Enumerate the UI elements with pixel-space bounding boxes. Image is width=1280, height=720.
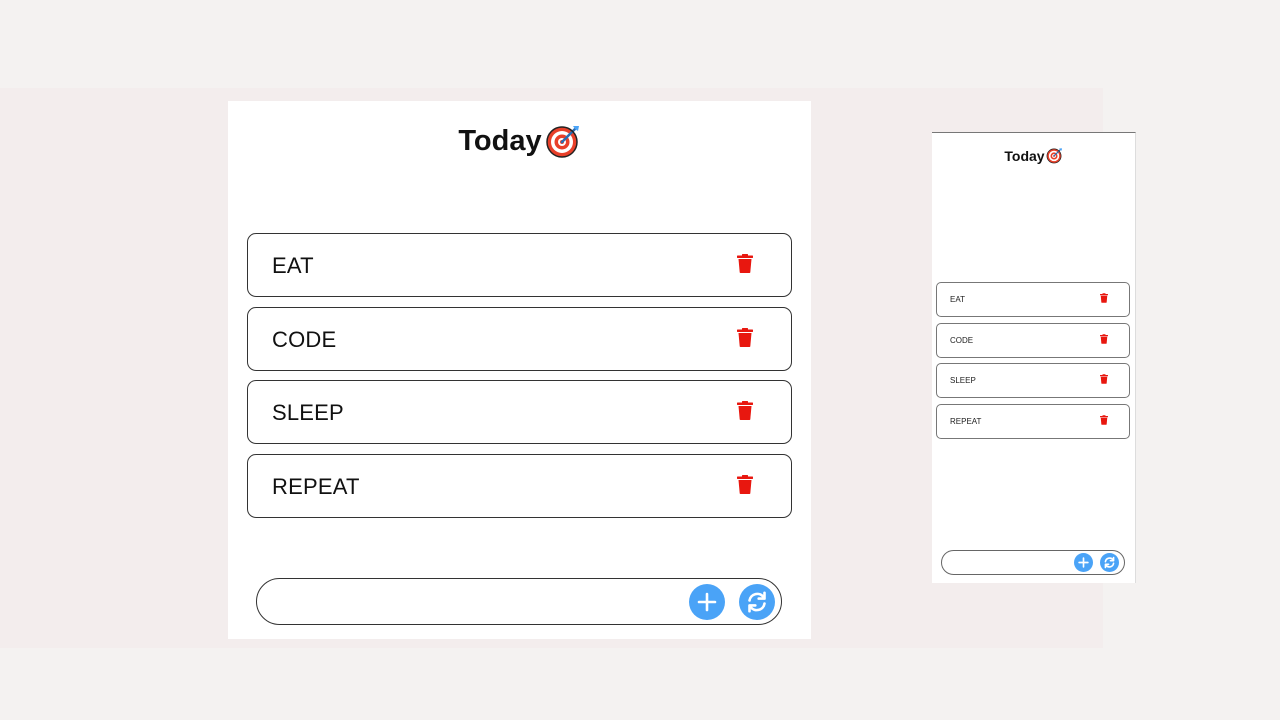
trash-icon[interactable] [1100,374,1108,384]
desktop-app-card: Today EAT CODE SLEEP REPEAT [228,101,811,639]
task-label: EAT [950,295,965,304]
task-label: EAT [272,253,314,278]
list-item: CODE [936,322,1130,358]
app-header: Today [932,147,1135,164]
trash-icon[interactable] [1100,333,1108,344]
trash-icon[interactable] [737,474,753,494]
list-item: SLEEP [247,380,792,444]
refresh-icon [1104,556,1115,569]
task-input[interactable] [275,587,675,617]
add-task-button[interactable] [1074,553,1093,572]
refresh-button[interactable] [1100,553,1119,572]
task-label: SLEEP [950,376,976,385]
target-dart-icon [545,126,579,158]
list-item: EAT [936,282,1130,317]
task-label: REPEAT [272,473,360,499]
mobile-app-card: Today EAT CODE SLEEP REPEAT [932,132,1136,583]
list-item: REPEAT [247,453,792,518]
app-header: Today [228,123,811,159]
task-input[interactable] [950,555,1070,571]
list-item: EAT [247,233,792,297]
task-list: EAT CODE SLEEP REPEAT [247,233,792,527]
task-input-bar [256,578,782,625]
plus-icon [697,592,717,612]
task-label: CODE [950,335,974,345]
page-title: Today [458,124,542,157]
task-list: EAT CODE SLEEP REPEAT [936,282,1130,444]
trash-icon[interactable] [1100,293,1108,303]
trash-icon[interactable] [737,401,753,420]
list-item: SLEEP [936,363,1130,398]
page-title: Today [1004,147,1045,164]
trash-icon[interactable] [737,254,753,273]
refresh-button[interactable] [739,584,775,620]
task-label: REPEAT [950,416,982,426]
refresh-icon [748,591,766,613]
list-item: CODE [247,306,792,371]
plus-icon [1078,557,1089,568]
target-dart-icon [1046,148,1062,164]
trash-icon[interactable] [1100,414,1108,425]
task-label: SLEEP [272,400,344,425]
add-task-button[interactable] [689,584,725,620]
list-item: REPEAT [936,403,1130,439]
trash-icon[interactable] [737,327,753,347]
task-input-bar [941,550,1125,575]
task-label: CODE [272,326,337,352]
